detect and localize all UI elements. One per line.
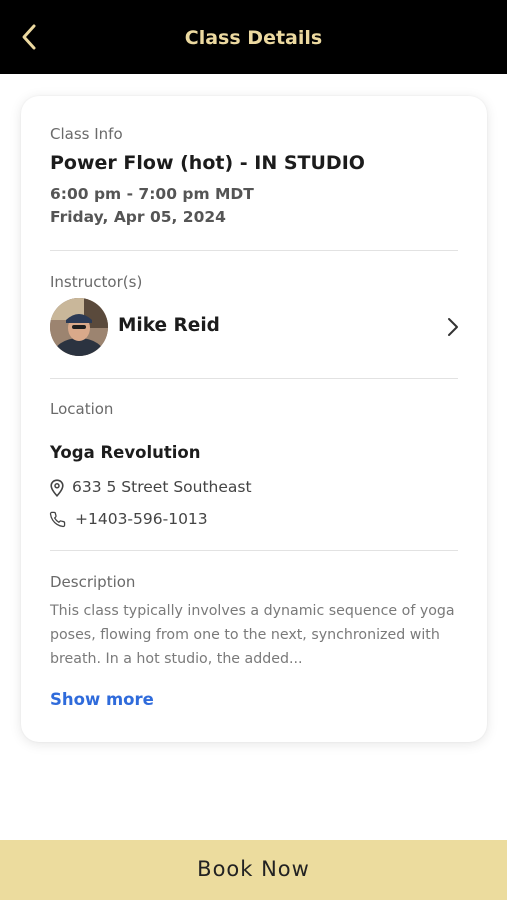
class-name: Power Flow (hot) - IN STUDIO (50, 152, 365, 174)
location-phone[interactable]: +1403-596-1013 (75, 510, 208, 528)
show-more-link[interactable]: Show more (50, 690, 154, 709)
instructor-name: Mike Reid (118, 315, 220, 336)
page-title: Class Details (184, 27, 323, 49)
avatar (50, 298, 108, 356)
chevron-left-icon (22, 24, 36, 50)
divider (50, 550, 458, 551)
phone-icon (49, 511, 66, 528)
location-name: Yoga Revolution (50, 443, 201, 462)
class-time: 6:00 pm - 7:00 pm MDT (50, 185, 254, 203)
divider (50, 378, 458, 379)
chevron-right-icon (448, 318, 458, 336)
location-address[interactable]: 633 5 Street Southeast (72, 478, 252, 496)
instructor-row[interactable]: Mike Reid (50, 296, 460, 358)
instructors-label: Instructor(s) (50, 273, 143, 291)
header-bar: Class Details (0, 0, 507, 74)
book-now-button[interactable]: Book Now (0, 840, 507, 900)
location-label: Location (50, 400, 114, 418)
map-pin-icon (50, 479, 64, 497)
class-details-card: Class Info Power Flow (hot) - IN STUDIO … (21, 96, 487, 742)
class-info-label: Class Info (50, 125, 123, 143)
description-text: This class typically involves a dynamic … (50, 603, 455, 667)
description-label: Description (50, 573, 136, 591)
back-button[interactable] (12, 18, 46, 56)
class-details-screen: Class Details Class Info Power Flow (hot… (0, 0, 507, 900)
divider (50, 250, 458, 251)
class-date: Friday, Apr 05, 2024 (50, 208, 226, 226)
